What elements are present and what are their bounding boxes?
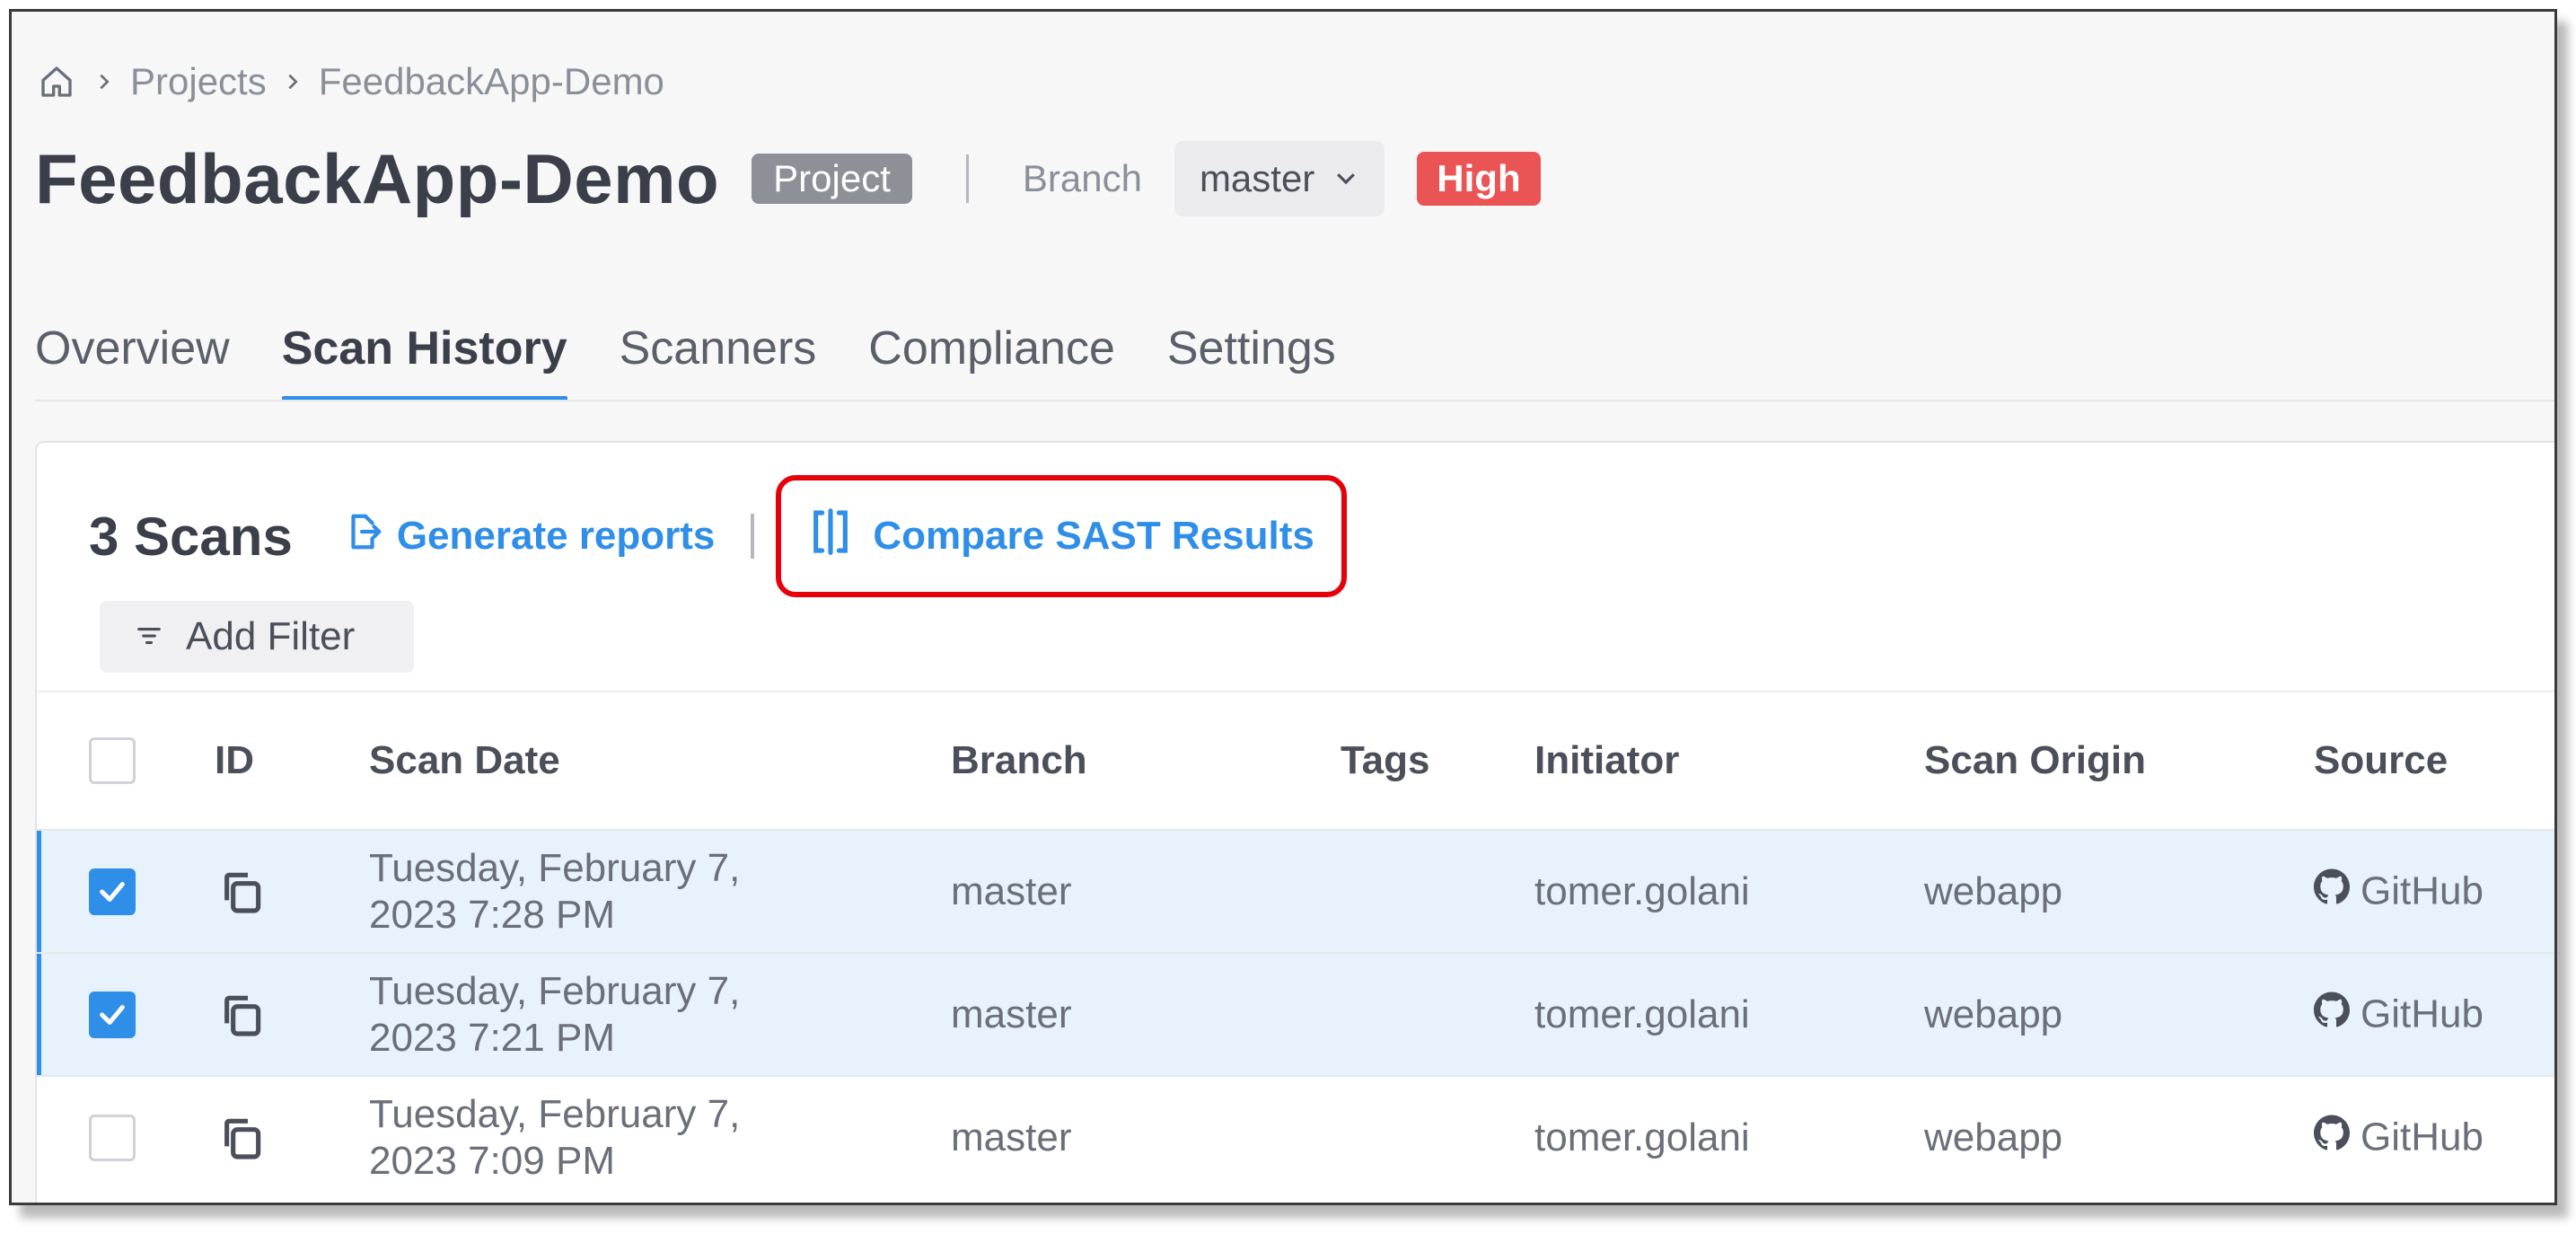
column-header-initiator[interactable]: Initiator — [1534, 738, 1679, 783]
toolbar-divider — [751, 514, 755, 559]
table-body: Tuesday, February 7, 2023 7:28 PM master… — [37, 829, 2554, 1198]
scans-count: 3 Scans — [89, 506, 293, 567]
table-row[interactable]: Tuesday, February 7, 2023 7:21 PM master… — [37, 952, 2554, 1075]
scan-date-line1: Tuesday, February 7, — [369, 845, 741, 890]
branch-label: Branch — [1022, 157, 1142, 199]
filter-icon — [136, 614, 163, 659]
source-label: GitHub — [2361, 992, 2484, 1036]
column-header-source[interactable]: Source — [2314, 738, 2448, 783]
scans-table: ID Scan Date Branch Tags Initiator Scan … — [37, 691, 2554, 1198]
column-header-branch[interactable]: Branch — [951, 738, 1087, 783]
source-cell: GitHub — [2314, 992, 2484, 1037]
scan-date-cell: Tuesday, February 7, 2023 7:09 PM — [369, 1091, 740, 1185]
breadcrumb-project[interactable]: FeedbackApp-Demo — [319, 60, 664, 103]
generate-reports-label: Generate reports — [396, 514, 716, 558]
header-divider — [965, 154, 969, 203]
scan-date-line2: 2023 7:09 PM — [369, 1138, 615, 1183]
branch-select[interactable]: master — [1174, 141, 1385, 216]
scan-date-line2: 2023 7:21 PM — [369, 1015, 615, 1060]
compare-sast-results-button[interactable]: Compare SAST Results — [776, 475, 1347, 597]
tab-scan-history[interactable]: Scan History — [281, 299, 567, 401]
github-icon — [2314, 868, 2350, 914]
scan-date-cell: Tuesday, February 7, 2023 7:28 PM — [369, 845, 740, 939]
project-header: FeedbackApp-Demo Project Branch master H… — [35, 136, 1541, 222]
column-header-tags[interactable]: Tags — [1341, 738, 1429, 783]
table-row[interactable]: Tuesday, February 7, 2023 7:09 PM master… — [37, 1075, 2554, 1198]
copy-icon[interactable] — [216, 990, 267, 1040]
select-all-checkbox[interactable] — [89, 737, 136, 784]
tab-scanners[interactable]: Scanners — [620, 299, 817, 398]
tabs-underline — [35, 400, 2554, 401]
app-window: Projects FeedbackApp-Demo FeedbackApp-De… — [9, 9, 2557, 1205]
chevron-right-icon — [78, 72, 130, 92]
github-icon — [2314, 1115, 2350, 1160]
breadcrumb: Projects FeedbackApp-Demo — [35, 57, 664, 107]
branch-cell: master — [951, 1115, 1072, 1159]
compare-sast-label: Compare SAST Results — [873, 514, 1314, 558]
add-filter-label: Add Filter — [186, 614, 356, 658]
tab-settings[interactable]: Settings — [1167, 299, 1336, 398]
project-type-badge: Project — [752, 154, 912, 204]
scan-origin-cell: webapp — [1924, 868, 2063, 913]
source-label: GitHub — [2361, 1115, 2484, 1159]
initiator-cell: tomer.golani — [1534, 868, 1750, 913]
copy-icon[interactable] — [216, 1113, 267, 1163]
breadcrumb-projects[interactable]: Projects — [130, 60, 267, 103]
check-icon — [100, 1004, 125, 1025]
tab-overview[interactable]: Overview — [35, 299, 230, 398]
source-cell: GitHub — [2314, 1115, 2484, 1160]
source-cell: GitHub — [2314, 868, 2484, 914]
column-header-id: ID — [215, 738, 254, 782]
source-label: GitHub — [2361, 868, 2484, 913]
scan-origin-cell: webapp — [1924, 992, 2063, 1036]
row-checkbox[interactable] — [89, 868, 136, 915]
home-icon[interactable] — [35, 60, 78, 103]
scan-date-line1: Tuesday, February 7, — [369, 968, 741, 1013]
add-filter-button[interactable]: Add Filter — [100, 601, 414, 673]
branch-select-value: master — [1199, 157, 1315, 199]
scan-history-card: 3 Scans Generate reports Compare SAST Re… — [35, 441, 2554, 1203]
branch-cell: master — [951, 992, 1072, 1036]
column-header-scan-origin[interactable]: Scan Origin — [1924, 738, 2146, 783]
page-title: FeedbackApp-Demo — [35, 138, 720, 218]
export-report-icon — [343, 511, 384, 562]
generate-reports-button[interactable]: Generate reports — [343, 511, 716, 562]
branch-cell: master — [951, 868, 1072, 913]
tab-compliance[interactable]: Compliance — [868, 299, 1115, 398]
table-header: ID Scan Date Branch Tags Initiator Scan … — [37, 691, 2554, 829]
github-icon — [2314, 992, 2350, 1037]
scan-date-cell: Tuesday, February 7, 2023 7:21 PM — [369, 968, 740, 1062]
row-checkbox[interactable] — [89, 1114, 136, 1161]
column-header-scan-date[interactable]: Scan Date — [369, 738, 560, 783]
scan-date-line2: 2023 7:28 PM — [369, 892, 615, 937]
scan-origin-cell: webapp — [1924, 1115, 2063, 1159]
initiator-cell: tomer.golani — [1534, 1115, 1750, 1159]
chevron-down-icon — [1332, 157, 1359, 200]
project-tabs: Overview Scan History Scanners Complianc… — [35, 299, 1388, 401]
scans-toolbar: 3 Scans Generate reports Compare SAST Re… — [89, 475, 1347, 597]
copy-icon[interactable] — [216, 867, 267, 917]
scan-date-line1: Tuesday, February 7, — [369, 1091, 741, 1136]
chevron-right-icon — [267, 72, 319, 92]
table-row[interactable]: Tuesday, February 7, 2023 7:28 PM master… — [37, 829, 2554, 952]
check-icon — [100, 881, 125, 902]
compare-icon — [808, 507, 853, 567]
initiator-cell: tomer.golani — [1534, 992, 1750, 1036]
row-checkbox[interactable] — [89, 991, 136, 1038]
risk-level-badge: High — [1417, 152, 1541, 206]
